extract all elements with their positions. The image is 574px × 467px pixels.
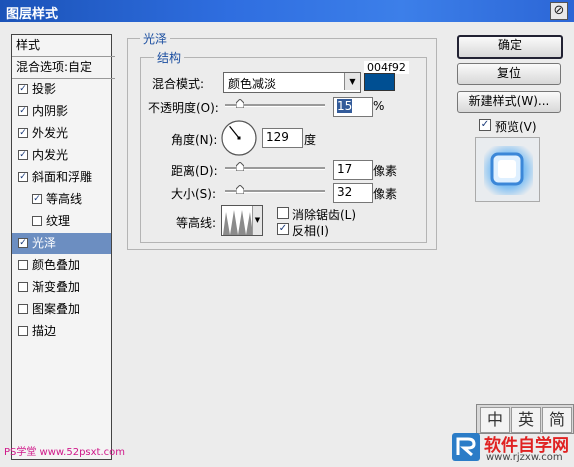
style-preview xyxy=(475,137,540,202)
antialias-label: 消除锯齿(L) xyxy=(292,208,357,222)
style-item[interactable]: 描边 xyxy=(12,321,111,342)
style-item-checkbox[interactable] xyxy=(32,216,42,226)
style-item-checkbox[interactable]: ✓ xyxy=(18,84,28,94)
watermark-left: PS学堂 www.52psxt.com xyxy=(4,447,126,458)
contour-picker[interactable]: ▼ xyxy=(221,205,263,236)
style-item-checkbox[interactable] xyxy=(18,260,28,270)
distance-label: 距离(D): xyxy=(171,164,218,178)
style-item-checkbox[interactable] xyxy=(18,326,28,336)
style-item[interactable]: ✓ 斜面和浮雕 xyxy=(12,167,111,188)
size-label: 大小(S): xyxy=(171,187,217,201)
new-style-button[interactable]: 新建样式(W)... xyxy=(457,91,561,113)
ime-toolbar: 中 英 简 xyxy=(476,404,574,434)
chevron-down-icon: ▼ xyxy=(344,73,360,90)
opacity-unit: % xyxy=(373,99,385,113)
style-item[interactable]: ✓ 内发光 xyxy=(12,145,111,166)
style-item-label: 内发光 xyxy=(32,148,69,162)
style-item-label: 描边 xyxy=(32,324,57,338)
opacity-input[interactable]: 15 xyxy=(333,97,373,117)
style-item-checkbox[interactable]: ✓ xyxy=(18,238,28,248)
style-item-label: 渐变叠加 xyxy=(32,280,81,294)
style-list: 样式 混合选项:自定 ✓ 投影 ✓ 内阴影 ✓ 外发光 ✓ 内发光 ✓ 斜面和浮雕 ✓ 等高线纹理 ✓ 光… xyxy=(11,34,115,460)
brand-logo-mark xyxy=(456,437,476,457)
opacity-value: 15 xyxy=(337,99,353,113)
reset-button[interactable]: 复位 xyxy=(457,63,561,85)
ime-key[interactable]: 简 xyxy=(542,407,572,433)
distance-unit: 像素 xyxy=(373,164,398,178)
style-item-checkbox[interactable] xyxy=(18,304,28,314)
blend-mode-label: 混合模式: xyxy=(152,77,205,91)
antialias-checkbox[interactable] xyxy=(277,207,289,219)
style-item-label: 内阴影 xyxy=(32,104,69,118)
style-item-checkbox[interactable]: ✓ xyxy=(18,172,28,182)
invert-checkbox[interactable]: ✓ xyxy=(277,223,289,235)
style-item-label: 纹理 xyxy=(46,214,71,228)
style-item[interactable]: ✓ 等高线 xyxy=(12,189,111,210)
ok-button[interactable]: 确定 xyxy=(457,35,563,59)
style-item-label: 外发光 xyxy=(32,126,69,140)
ime-key[interactable]: 英 xyxy=(511,407,541,433)
watermark-url: www.rjzxw.com xyxy=(486,452,563,463)
style-item[interactable]: 渐变叠加 xyxy=(12,277,111,298)
opacity-slider-thumb[interactable] xyxy=(236,99,244,108)
style-item-checkbox[interactable]: ✓ xyxy=(18,106,28,116)
blend-mode-select[interactable]: 颜色减淡 ▼ xyxy=(223,72,361,93)
size-slider-thumb[interactable] xyxy=(236,185,244,194)
invert-label: 反相(I) xyxy=(292,224,329,238)
style-item-checkbox[interactable] xyxy=(18,282,28,292)
style-item[interactable]: 颜色叠加 xyxy=(12,255,111,276)
opacity-label: 不透明度(O): xyxy=(148,101,219,115)
close-icon[interactable]: ⊘ xyxy=(550,2,568,20)
color-swatch[interactable] xyxy=(364,73,395,91)
contour-curve-icon xyxy=(223,210,253,235)
style-item-label: 斜面和浮雕 xyxy=(32,170,93,184)
window-title: 图层样式 xyxy=(6,7,59,22)
angle-input[interactable]: 129 xyxy=(262,128,303,148)
style-item-label: 等高线 xyxy=(46,192,83,206)
size-unit: 像素 xyxy=(373,187,398,201)
ime-key[interactable]: 中 xyxy=(480,407,510,433)
style-item-label: 图案叠加 xyxy=(32,302,81,316)
contour-dropdown-icon[interactable]: ▼ xyxy=(252,206,262,235)
preview-checkbox[interactable]: ✓ xyxy=(479,119,491,131)
distance-input[interactable]: 17 xyxy=(333,160,373,180)
title-bar xyxy=(0,0,574,22)
angle-dial[interactable] xyxy=(220,119,258,157)
style-item[interactable]: 纹理 xyxy=(12,211,111,232)
style-item-checkbox[interactable]: ✓ xyxy=(18,150,28,160)
preview-label: 预览(V) xyxy=(495,120,537,134)
style-item[interactable]: ✓ 投影 xyxy=(12,79,111,100)
structure-group-title: 结构 xyxy=(154,49,185,66)
blend-options-item[interactable]: 混合选项:自定 xyxy=(12,57,115,79)
contour-label: 等高线: xyxy=(176,216,217,230)
style-item-checkbox[interactable]: ✓ xyxy=(32,194,42,204)
style-item-label: 颜色叠加 xyxy=(32,258,81,272)
style-item[interactable]: ✓ 内阴影 xyxy=(12,101,111,122)
brand-logo-icon xyxy=(452,433,480,461)
style-item[interactable]: ✓ 光泽 xyxy=(12,233,111,254)
style-item-label: 光泽 xyxy=(32,236,57,250)
style-item-checkbox[interactable]: ✓ xyxy=(18,128,28,138)
style-item[interactable]: ✓ 外发光 xyxy=(12,123,111,144)
style-preview-thumbnail xyxy=(484,146,533,195)
style-list-header[interactable]: 样式 xyxy=(12,35,115,57)
style-item[interactable]: 图案叠加 xyxy=(12,299,111,320)
distance-slider-thumb[interactable] xyxy=(236,162,244,171)
angle-unit: 度 xyxy=(304,133,317,147)
blend-mode-value: 颜色减淡 xyxy=(228,77,277,91)
satin-group-title: 光泽 xyxy=(140,30,171,47)
size-input[interactable]: 32 xyxy=(333,183,373,203)
style-item-label: 投影 xyxy=(32,82,57,96)
angle-label: 角度(N): xyxy=(171,133,218,147)
